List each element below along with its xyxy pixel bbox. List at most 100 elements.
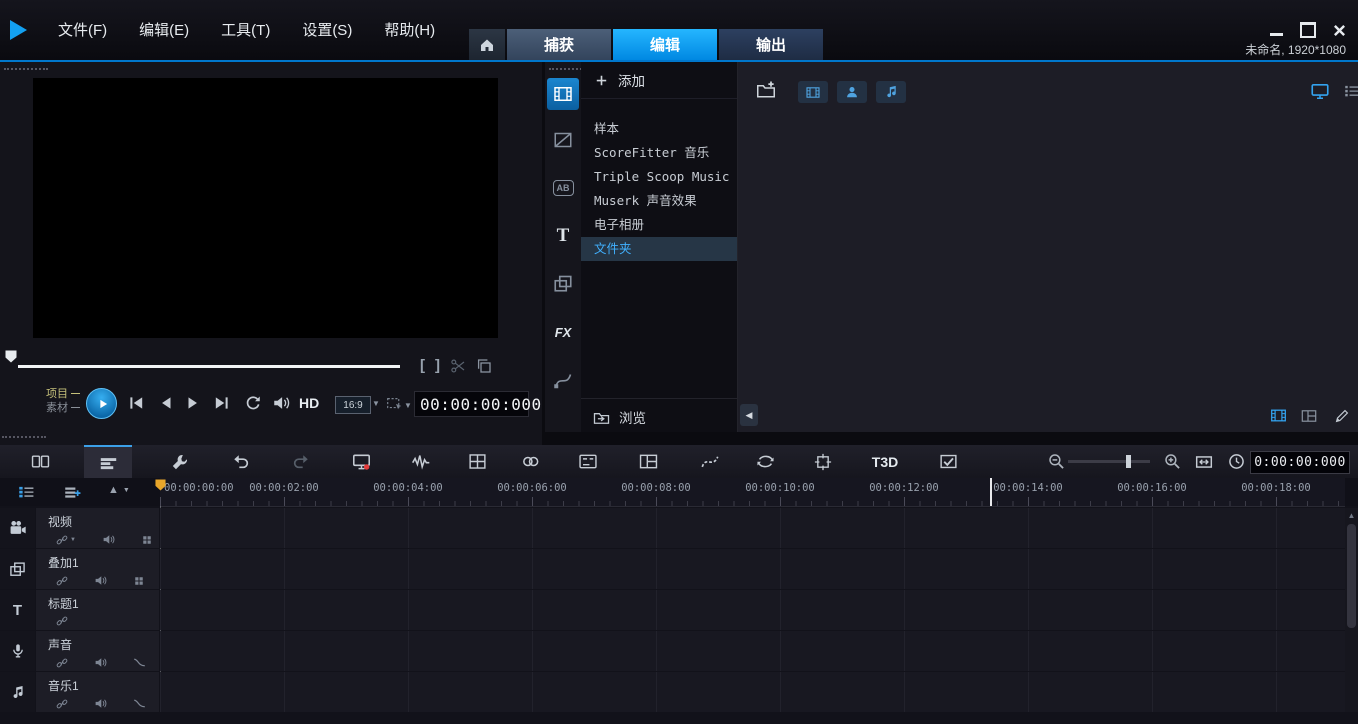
voice-track-content[interactable] <box>160 631 1345 671</box>
seek-bar[interactable] <box>18 365 400 368</box>
tab-capture[interactable]: 捕获 <box>507 29 611 60</box>
library-titles-button[interactable]: AB <box>547 172 579 204</box>
mask-creator-button[interactable] <box>928 445 968 478</box>
scrollbar-thumb[interactable] <box>1347 524 1356 628</box>
project-mode-button[interactable]: 项目 <box>46 387 80 401</box>
video-360-button[interactable] <box>745 445 785 478</box>
nav-item-triple-scoop[interactable]: Triple Scoop Music <box>581 165 737 189</box>
screen-record-button[interactable] <box>341 445 381 478</box>
library-media-button[interactable] <box>547 78 579 110</box>
library-transitions-button[interactable] <box>547 124 579 156</box>
subtitle-editor-button[interactable] <box>568 445 608 478</box>
restore-button[interactable] <box>1300 22 1316 38</box>
scroll-up-arrow[interactable]: ▲ <box>1345 508 1358 520</box>
menu-tools[interactable]: 工具(T) <box>221 19 270 40</box>
video-track-type[interactable] <box>0 508 35 548</box>
edit-pencil-icon[interactable] <box>1334 408 1350 424</box>
close-button[interactable] <box>1333 24 1346 37</box>
library-motion-path-button[interactable] <box>547 364 579 396</box>
add-folder-button[interactable]: 添加 <box>581 62 737 99</box>
music-track-content[interactable] <box>160 672 1345 712</box>
overlay-track-content[interactable] <box>160 549 1345 589</box>
nav-item-photo-album[interactable]: 电子相册 <box>581 213 737 237</box>
library-graphics-button[interactable] <box>547 268 579 300</box>
link-icon[interactable] <box>56 657 68 669</box>
music-track-header[interactable]: 音乐1 <box>36 672 159 712</box>
link-icon[interactable] <box>56 575 68 587</box>
music-track-type[interactable] <box>0 672 35 712</box>
overlay-track-type[interactable] <box>0 549 35 589</box>
track-grid-button[interactable] <box>141 534 153 546</box>
voice-track-type[interactable] <box>0 631 35 671</box>
repeat-button[interactable] <box>244 394 262 412</box>
redo-button[interactable] <box>281 445 321 478</box>
link-icon[interactable] <box>56 698 68 710</box>
fade-icon[interactable] <box>133 697 146 710</box>
filter-audio-button[interactable] <box>876 81 906 103</box>
chapter-cue-button[interactable]: ▲ ▼ <box>108 484 130 496</box>
zoom-slider-thumb[interactable] <box>1126 455 1131 468</box>
video-track-content[interactable] <box>160 508 1345 548</box>
nav-item-scorefitter[interactable]: ScoreFitter 音乐 <box>581 141 737 165</box>
library-subtitle-button[interactable]: T <box>547 220 579 252</box>
undo-button[interactable] <box>221 445 261 478</box>
track-manager-button[interactable] <box>62 483 82 501</box>
title-track-header[interactable]: 标题1 <box>36 590 159 630</box>
filter-video-button[interactable] <box>798 81 828 103</box>
split-screen-template-button[interactable] <box>628 445 668 478</box>
volume-button[interactable] <box>272 394 290 412</box>
minimize-button[interactable] <box>1270 33 1283 36</box>
title-track-content[interactable] <box>160 590 1345 630</box>
panel-drag-handle[interactable] <box>4 68 48 70</box>
multicam-editor-button[interactable] <box>457 445 497 478</box>
fade-icon[interactable] <box>133 656 146 669</box>
scrubber-handle-icon[interactable] <box>5 350 17 363</box>
aspect-ratio-select[interactable]: 16:9 <box>335 396 371 414</box>
menu-settings[interactable]: 设置(S) <box>302 19 352 40</box>
clip-mode-button[interactable]: 素材 <box>46 401 80 415</box>
link-icon[interactable] <box>56 615 68 627</box>
split-clip-icon[interactable] <box>450 358 466 374</box>
timeline-view-button[interactable] <box>84 445 132 480</box>
mute-track-button[interactable] <box>94 574 107 587</box>
collapse-nav-button[interactable]: ◀ <box>740 404 758 426</box>
nav-item-muserk[interactable]: Muserk 声音效果 <box>581 189 737 213</box>
scene-view-button[interactable] <box>1310 81 1330 101</box>
selection-tool-icon[interactable] <box>386 395 403 412</box>
track-grid-button[interactable] <box>133 575 145 587</box>
nav-item-folder[interactable]: 文件夹 <box>581 237 737 261</box>
motion-path-button[interactable] <box>690 445 730 478</box>
mark-in-button[interactable]: [ <box>420 357 425 374</box>
overlay-track-header[interactable]: 叠加1 <box>36 549 159 589</box>
play-button[interactable] <box>86 388 117 419</box>
timeline-scrollbar[interactable]: ▲ <box>1345 508 1358 712</box>
menu-edit[interactable]: 编辑(E) <box>139 19 189 40</box>
title-track-type[interactable]: T <box>0 590 35 630</box>
storyboard-view-button[interactable] <box>20 445 60 478</box>
mute-track-button[interactable] <box>94 656 107 669</box>
video-track-header[interactable]: 视频 ▼ <box>36 508 159 548</box>
voice-track-header[interactable]: 声音 <box>36 631 159 671</box>
tab-edit[interactable]: 编辑 <box>613 29 717 60</box>
ripple-link-button[interactable]: ▼ <box>56 534 76 546</box>
library-filters-button[interactable]: FX <box>547 316 579 348</box>
nav-item-samples[interactable]: 样本 <box>581 117 737 141</box>
menu-file[interactable]: 文件(F) <box>58 19 107 40</box>
mute-track-button[interactable] <box>94 697 107 710</box>
selection-caret-icon[interactable]: ▼ <box>404 401 412 410</box>
browse-button[interactable]: 浏览 <box>593 407 646 427</box>
mute-track-button[interactable] <box>102 533 115 546</box>
menu-help[interactable]: 帮助(H) <box>384 19 435 40</box>
hd-toggle[interactable]: HD <box>299 395 319 411</box>
home-tab[interactable] <box>469 29 505 60</box>
mark-out-button[interactable]: ] <box>435 357 440 374</box>
go-to-start-button[interactable] <box>127 394 145 412</box>
motion-tracking-button[interactable] <box>803 445 843 478</box>
tools-button[interactable] <box>160 445 200 478</box>
timeline-ruler[interactable]: 00:00:00:00 00:00:02:00 00:00:04:00 00:0… <box>160 478 1345 507</box>
next-frame-button[interactable] <box>184 394 202 412</box>
track-list-button[interactable] <box>16 483 36 501</box>
list-view-button[interactable] <box>1343 82 1358 100</box>
sound-mixer-button[interactable] <box>401 445 441 478</box>
timeline-zoom-slider[interactable] <box>1068 460 1150 463</box>
